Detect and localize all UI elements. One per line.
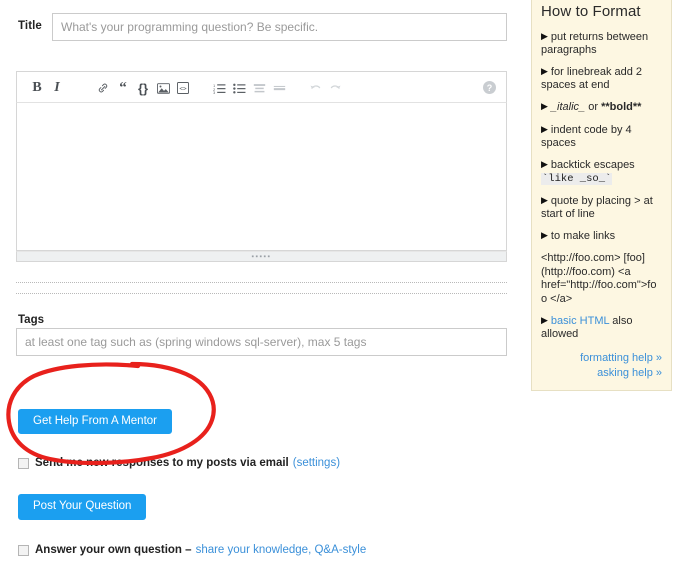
link-syntax-examples: <http://foo.com> [foo](http://foo.com) <…	[541, 252, 657, 305]
title-input[interactable]	[52, 13, 507, 41]
format-tip-linebreak: ▶ for linebreak add 2 spaces at end	[541, 66, 643, 92]
image-icon[interactable]	[153, 75, 173, 101]
triangle-bullet-icon: ▶	[541, 101, 548, 112]
how-to-format-panel: How to Format ▶ put returns between parag…	[531, 0, 672, 391]
html-block-icon[interactable]: <>	[173, 75, 193, 101]
svg-text:<>: <>	[179, 86, 187, 93]
toolbar-group-lists: 1 2 3	[209, 72, 289, 104]
toolbar-group-insert: “ {} <>	[93, 72, 193, 104]
undo-icon[interactable]	[305, 75, 325, 101]
ask-question-page: Title B I “ {}	[0, 0, 685, 564]
editor-toolbar: B I “ {} <> 1 2 3 ?	[16, 71, 507, 103]
bullet-list-icon[interactable]	[229, 75, 249, 101]
triangle-bullet-icon: ▶	[541, 30, 548, 41]
divider-bottom	[16, 293, 507, 294]
format-tip-quote: ▶ quote by placing > at start of line	[541, 194, 653, 220]
sidebar-title: How to Format	[541, 3, 641, 20]
title-label: Title	[18, 20, 42, 32]
format-tip-backtick: ▶ backtick escapes `like _so_`	[541, 159, 635, 186]
tags-label: Tags	[18, 314, 44, 326]
ordered-list-icon[interactable]: 1 2 3	[209, 75, 229, 101]
answer-own-question-label: Answer your own question –	[35, 544, 192, 556]
email-settings-link[interactable]: (settings)	[293, 457, 340, 469]
answer-own-question-checkbox[interactable]	[18, 544, 29, 556]
bold-icon[interactable]: B	[27, 75, 47, 101]
resize-grip-dots: ▪▪▪▪▪	[251, 253, 272, 260]
get-help-from-mentor-button[interactable]: Get Help From A Mentor	[18, 409, 172, 434]
blockquote-icon[interactable]: “	[113, 75, 133, 101]
horizontal-rule-icon[interactable]	[269, 75, 289, 101]
link-icon[interactable]	[93, 75, 113, 101]
toolbar-group-history	[305, 72, 345, 104]
markdown-editor: B I “ {} <> 1 2 3 ? ▪▪▪▪▪	[16, 71, 507, 262]
title-row: Title	[0, 13, 520, 41]
email-notification-label: Send me new responses to my posts via em…	[35, 457, 289, 469]
formatting-help-link[interactable]: formatting help »	[541, 351, 662, 365]
triangle-bullet-icon: ▶	[541, 159, 548, 169]
email-notification-row: Send me new responses to my posts via em…	[18, 457, 340, 469]
format-tip-links: ▶ to make links	[541, 230, 616, 243]
code-icon[interactable]: {}	[133, 75, 153, 101]
triangle-bullet-icon: ▶	[541, 123, 548, 134]
editor-resize-handle[interactable]: ▪▪▪▪▪	[16, 251, 507, 262]
share-knowledge-link[interactable]: share your knowledge, Q&A-style	[196, 544, 367, 556]
format-tip-paragraphs: ▶ put returns between paragraphs	[541, 30, 649, 56]
heading-icon[interactable]	[249, 75, 269, 101]
basic-html-link[interactable]: basic HTML	[551, 315, 609, 327]
help-icon[interactable]: ?	[483, 81, 496, 94]
triangle-bullet-icon: ▶	[541, 66, 548, 77]
tags-input[interactable]	[16, 328, 507, 356]
backtick-code-sample: `like _so_`	[541, 173, 613, 186]
italic-icon[interactable]: I	[47, 75, 67, 101]
question-body-input[interactable]	[16, 103, 507, 251]
asking-help-link[interactable]: asking help »	[541, 366, 662, 380]
format-tip-emphasis: ▶ _italic_ or **bold**	[541, 101, 662, 114]
sidebar-help-links: formatting help » asking help »	[541, 351, 662, 380]
answer-own-question-row: Answer your own question – share your kn…	[18, 544, 366, 556]
svg-text:3: 3	[213, 91, 215, 94]
divider-top	[16, 282, 507, 283]
redo-icon[interactable]	[325, 75, 345, 101]
toolbar-group-text: B I	[27, 72, 67, 104]
question-form: Title B I “ {}	[0, 0, 520, 564]
triangle-bullet-icon: ▶	[541, 194, 548, 205]
post-your-question-button[interactable]: Post Your Question	[18, 494, 147, 520]
format-tip-basic-html: ▶ basic HTML also allowed	[541, 315, 662, 341]
format-tip-emphasis-text: _italic_ or **bold**	[550, 101, 642, 114]
triangle-bullet-icon: ▶	[541, 230, 548, 241]
email-notification-checkbox[interactable]	[18, 457, 29, 469]
format-tip-indent-code: ▶ indent code by 4 spaces	[541, 123, 632, 149]
triangle-bullet-icon: ▶	[541, 314, 548, 325]
